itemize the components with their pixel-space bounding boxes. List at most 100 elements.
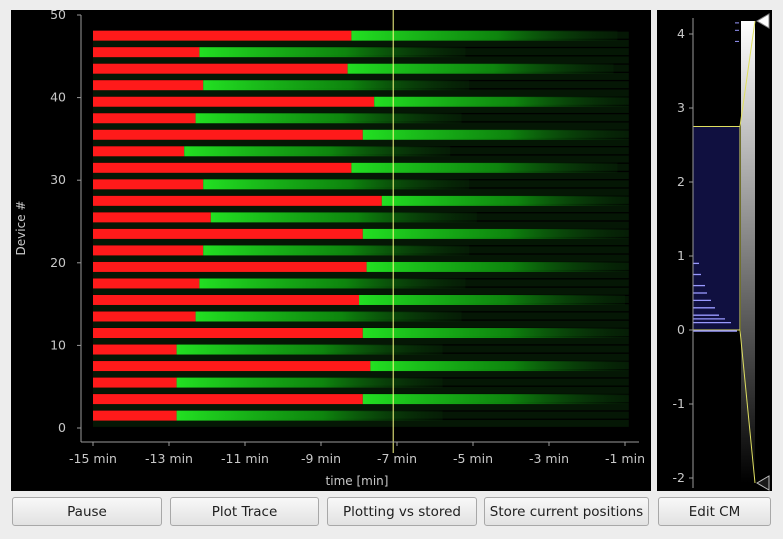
x-tick-label: -13 min — [145, 451, 193, 466]
device-bar-active — [93, 113, 196, 124]
colormap-tick-label: 0 — [677, 322, 685, 337]
y-tick-label: 40 — [50, 90, 66, 105]
heatmap-row — [93, 89, 629, 97]
device-bar-decay — [184, 146, 451, 157]
device-bar-active — [93, 228, 363, 239]
heatmap-row — [93, 155, 629, 163]
device-bar-active — [93, 162, 352, 173]
device-bar-decay — [362, 328, 629, 339]
pause-button[interactable]: Pause — [12, 497, 162, 526]
device-bar-active — [93, 294, 359, 305]
colormap-tick-label: 3 — [677, 100, 685, 115]
x-tick-label: -1 min — [605, 451, 645, 466]
device-bar-decay — [199, 47, 466, 58]
y-tick-label: 10 — [50, 337, 66, 352]
heatmap-row — [93, 370, 629, 378]
device-bar-decay — [370, 361, 629, 372]
device-bar-decay — [351, 30, 618, 41]
heatmap-row — [93, 403, 629, 411]
x-tick-label: -11 min — [221, 451, 269, 466]
device-bar-active — [93, 328, 363, 339]
device-bar-active — [93, 146, 185, 157]
device-bar-active — [93, 311, 196, 322]
heatmap-row — [93, 205, 629, 213]
device-bar-decay — [199, 278, 466, 289]
device-bar-active — [93, 30, 352, 41]
heatmap-row — [93, 254, 629, 262]
device-bar-decay — [176, 344, 443, 355]
colormap-tick-label: -1 — [673, 396, 685, 411]
x-tick-label: -7 min — [377, 451, 417, 466]
y-axis-label: Device # — [14, 201, 28, 256]
device-bar-decay — [347, 63, 614, 74]
x-tick-label: -9 min — [301, 451, 341, 466]
heatmap-row — [93, 419, 629, 427]
colormap-tick-label: 1 — [677, 248, 685, 263]
device-bar-decay — [351, 162, 618, 173]
heatmap-row — [93, 353, 629, 361]
device-bar-active — [93, 278, 200, 289]
device-bar-decay — [362, 129, 629, 140]
device-bar-active — [93, 410, 177, 421]
heatmap-row — [93, 337, 629, 345]
heatmap-row — [93, 39, 629, 47]
device-bar-active — [93, 361, 371, 372]
colormap-tick-label: -2 — [673, 470, 685, 485]
device-bar-active — [93, 212, 211, 223]
y-tick-label: 30 — [50, 172, 66, 187]
heatmap-row — [93, 238, 629, 246]
device-bar-decay — [381, 195, 629, 206]
colormap-histogram-panel[interactable]: 4 3 2 1 0 -1 -2 — [657, 10, 772, 491]
heatmap-row — [93, 139, 629, 147]
heatmap-row — [93, 304, 629, 312]
device-bar-decay — [176, 410, 443, 421]
device-bar-decay — [359, 294, 625, 305]
device-bar-active — [93, 394, 363, 405]
device-bar-decay — [366, 261, 629, 272]
device-bar-decay — [210, 212, 477, 223]
device-bar-active — [93, 129, 363, 140]
device-bar-active — [93, 245, 204, 256]
plotting-vs-stored-button[interactable]: Plotting vs stored — [327, 497, 477, 526]
device-bar-active — [93, 96, 375, 107]
heatmap-row — [93, 287, 629, 295]
x-tick-label: -3 min — [529, 451, 569, 466]
device-bar-decay — [362, 228, 629, 239]
colormap-tick-label: 2 — [677, 174, 685, 189]
heatmap-row — [93, 320, 629, 328]
device-bar-decay — [374, 96, 629, 107]
plot-trace-button[interactable]: Plot Trace — [170, 497, 319, 526]
heatmap-row — [93, 72, 629, 80]
heatmap-row — [93, 56, 629, 64]
heatmap-row — [93, 105, 629, 113]
heatmap-row — [93, 386, 629, 394]
device-bar-decay — [195, 311, 462, 322]
y-tick-label: 0 — [58, 420, 66, 435]
device-bar-decay — [176, 377, 443, 388]
device-bar-decay — [203, 80, 470, 91]
y-tick-label: 20 — [50, 255, 66, 270]
device-bar-decay — [203, 179, 470, 190]
device-bar-active — [93, 195, 382, 206]
heatmap-row — [93, 188, 629, 196]
device-bar-active — [93, 47, 200, 58]
colormap-tick-label: 4 — [677, 26, 685, 41]
device-bar-decay — [203, 245, 470, 256]
colormap-range-box[interactable] — [692, 126, 741, 331]
device-bar-decay — [195, 113, 462, 124]
device-trace-heatmap[interactable]: -15 min -13 min -11 min -9 min -7 min -5 min -… — [11, 7, 651, 491]
x-tick-label: -5 min — [453, 451, 493, 466]
heatmap-row — [93, 271, 629, 279]
device-bar-decay — [362, 394, 629, 405]
device-bar-active — [93, 179, 204, 190]
colormap-min-handle[interactable] — [756, 475, 770, 491]
colormap-max-handle[interactable] — [756, 13, 770, 29]
edit-cm-button[interactable]: Edit CM — [658, 497, 771, 526]
device-bar-active — [93, 80, 204, 91]
device-bar-active — [93, 377, 177, 388]
heatmap-row — [93, 221, 629, 229]
heatmap-row — [93, 122, 629, 130]
device-bar-active — [93, 344, 177, 355]
store-current-positions-button[interactable]: Store current positions — [484, 497, 649, 526]
y-tick-label: 50 — [50, 10, 66, 22]
